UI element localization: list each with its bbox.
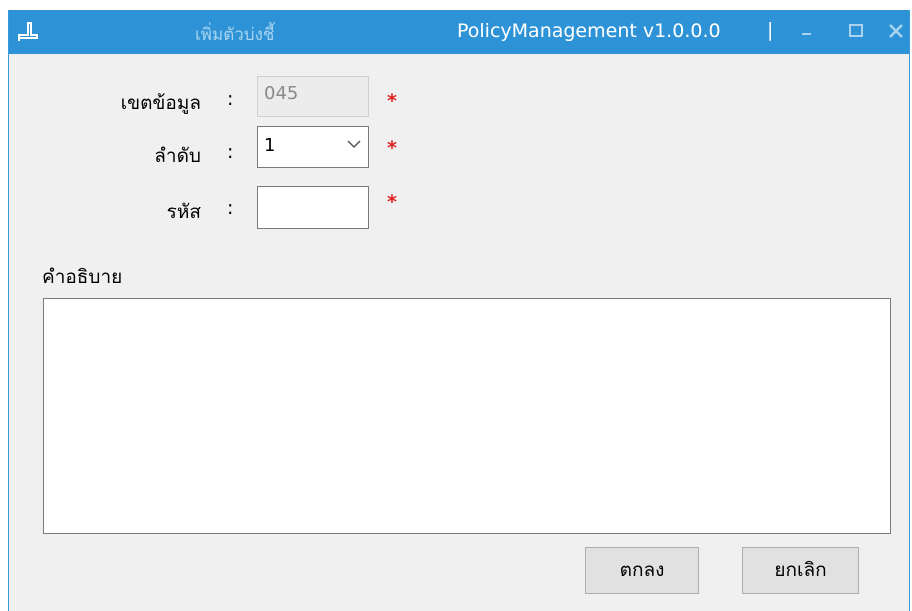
- order-label: ลำดับ: [154, 145, 201, 167]
- description-label: คำอธิบาย: [42, 266, 123, 288]
- code-colon: :: [227, 197, 234, 219]
- minimize-icon: [802, 33, 811, 35]
- ok-button[interactable]: ตกลง: [585, 547, 699, 594]
- code-label: รหัส: [166, 201, 201, 223]
- data-scope-label: เขตข้อมูล: [120, 92, 201, 114]
- app-icon: [18, 22, 38, 41]
- chevron-down-icon: [347, 140, 361, 149]
- required-mark: *: [387, 90, 397, 112]
- order-select[interactable]: 1: [257, 126, 369, 168]
- close-button[interactable]: [883, 18, 909, 44]
- app-name: PolicyManagement v1.0.0.0: [457, 20, 721, 42]
- data-scope-field: 045: [257, 76, 369, 117]
- window-title: เพิ่มตัวบ่งชี้: [195, 25, 275, 45]
- cancel-button[interactable]: ยกเลิก: [742, 547, 859, 594]
- title-separator: |: [767, 19, 774, 41]
- data-scope-colon: :: [227, 88, 234, 110]
- code-input[interactable]: [257, 186, 369, 229]
- required-mark: *: [387, 191, 397, 213]
- order-selected-value: 1: [264, 135, 276, 156]
- required-mark: *: [387, 137, 397, 159]
- minimize-button[interactable]: [794, 18, 820, 44]
- description-textarea[interactable]: [43, 298, 891, 534]
- maximize-icon: [849, 24, 863, 37]
- order-colon: :: [227, 141, 234, 163]
- dialog-window: เพิ่มตัวบ่งชี้ PolicyManagement v1.0.0.0…: [8, 10, 910, 611]
- title-bar[interactable]: เพิ่มตัวบ่งชี้ PolicyManagement v1.0.0.0…: [9, 10, 909, 54]
- close-icon: [889, 24, 903, 38]
- maximize-button[interactable]: [843, 18, 869, 44]
